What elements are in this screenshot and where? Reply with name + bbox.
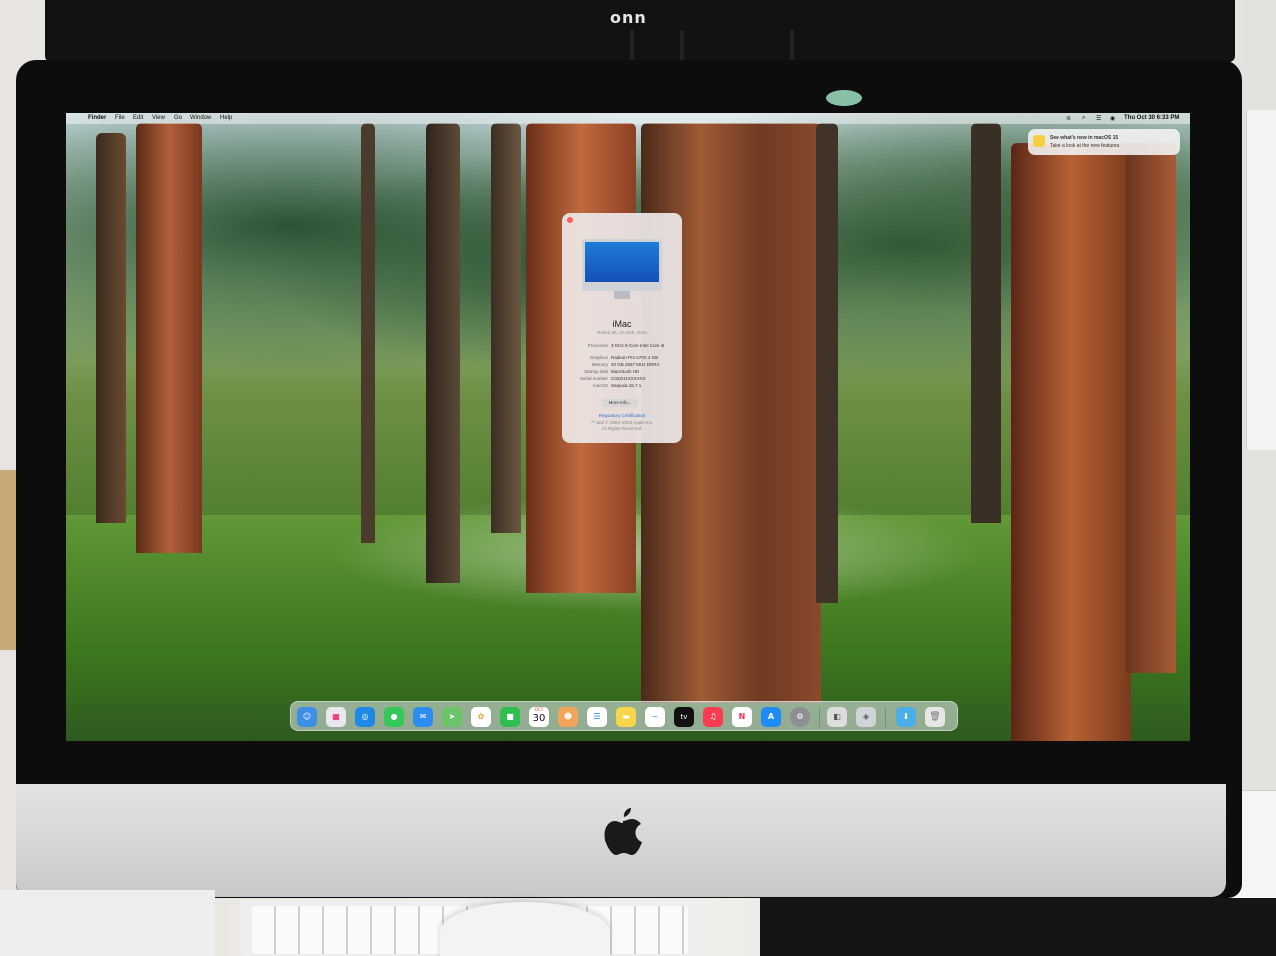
model-name: iMac <box>612 319 632 329</box>
notification-banner[interactable]: See what's new in macOS 15 Take a look a… <box>1028 129 1180 155</box>
side-device <box>1246 110 1276 450</box>
tree-trunk <box>971 123 1001 523</box>
music-icon[interactable]: ♫ <box>703 707 723 727</box>
search-icon[interactable]: ⌕ <box>1082 115 1085 122</box>
imac-illustration-stand <box>614 291 630 299</box>
wifi-icon[interactable]: ≋ <box>1066 115 1071 122</box>
settings-gear-icon[interactable]: ⚙ <box>790 707 810 727</box>
news-icon[interactable]: N <box>732 707 752 727</box>
spec-label: macOS <box>592 383 608 388</box>
finder-icon[interactable]: ☺ <box>297 707 317 727</box>
spec-value: 40 GB 2667 MHz DDR4 <box>611 362 660 367</box>
spec-value: C02ZH1XXXXXX <box>611 376 646 381</box>
tree-trunk <box>816 123 838 603</box>
spec-value: Macintosh HD <box>611 369 640 374</box>
imac-illustration <box>582 239 662 291</box>
more-info-button[interactable]: More Info... <box>602 399 638 407</box>
mail-icon[interactable]: ✉ <box>413 707 433 727</box>
menu-bar: Finder File Edit View Go Window Help ≋ ⌕… <box>66 113 1190 124</box>
tree-trunk <box>491 123 521 533</box>
menu-view[interactable]: View <box>152 115 165 121</box>
preview-icon[interactable]: ◧ <box>827 707 847 727</box>
notification-body: Take a look at the new features. <box>1050 143 1121 149</box>
apple-logo-icon <box>604 808 642 855</box>
control-center-icon[interactable]: ☰ <box>1096 115 1101 122</box>
spec-row: macOS Sequoia 15.7.1 <box>568 383 676 388</box>
menu-go[interactable]: Go <box>174 115 182 121</box>
tree-trunk <box>136 123 202 553</box>
spec-value: Radeon Pro 570X 4 GB <box>611 355 659 360</box>
reminders-icon[interactable]: ☰ <box>587 707 607 727</box>
copyright-text: ™ and © 1983–2025 Apple Inc. <box>590 420 654 425</box>
spec-label: Startup disk <box>584 369 608 374</box>
model-subtitle: Retina 5K, 27-inch, 2019 <box>597 330 647 335</box>
launchpad-icon[interactable]: ▦ <box>326 707 346 727</box>
photos-icon[interactable]: ✿ <box>471 707 491 727</box>
downloads-folder-icon[interactable]: ⬇ <box>896 707 916 727</box>
calendar-icon[interactable]: OCT 30 <box>529 707 549 727</box>
tree-trunk <box>96 133 126 523</box>
contacts-icon[interactable]: ☻ <box>558 707 578 727</box>
monitor-brand-logo: onn <box>610 8 647 27</box>
spec-value: Sequoia 15.7.1 <box>611 383 642 388</box>
menu-edit[interactable]: Edit <box>133 115 143 121</box>
spec-row: Serial number C02ZH1XXXXXX <box>568 376 676 381</box>
spec-value: 3 GHz 6-Core Intel Core i5 <box>611 343 665 348</box>
about-this-mac-window: iMac Retina 5K, 27-inch, 2019 Processor 3… <box>562 213 682 443</box>
spec-label: Memory <box>591 362 608 367</box>
dock: ☺ ▦ ◎ ● ✉ ➤ ✿ ■ OCT 30 ☻ ☰ ▬ ~ tv ♫ N A … <box>290 701 958 731</box>
menu-file[interactable]: File <box>115 115 125 121</box>
trash-icon[interactable]: 🗑 <box>925 707 945 727</box>
notification-title: See what's new in macOS 15 <box>1050 135 1119 141</box>
dock-divider <box>819 707 820 727</box>
rights-text: All Rights Reserved. <box>601 426 643 431</box>
messages-icon[interactable]: ● <box>384 707 404 727</box>
menu-help[interactable]: Help <box>220 115 232 121</box>
desk-surface <box>0 890 215 956</box>
siri-icon[interactable]: ◉ <box>1110 115 1115 122</box>
tree-trunk <box>361 123 375 543</box>
menu-finder[interactable]: Finder <box>88 115 106 121</box>
tree-trunk <box>426 123 460 583</box>
spec-label: Processor <box>587 343 608 348</box>
menu-clock[interactable]: Thu Oct 30 6:33 PM <box>1124 115 1179 121</box>
tips-icon <box>1033 135 1045 147</box>
image-capture-icon[interactable]: ◈ <box>856 707 876 727</box>
spec-row: Graphics Radeon Pro 570X 4 GB <box>568 355 676 360</box>
spec-label: Serial number <box>579 376 608 381</box>
dock-divider <box>885 707 886 727</box>
spec-row: Processor 3 GHz 6-Core Intel Core i5 <box>568 343 676 348</box>
menu-window[interactable]: Window <box>190 115 211 121</box>
facetime-icon[interactable]: ■ <box>500 707 520 727</box>
tree-trunk <box>1011 143 1131 741</box>
maps-icon[interactable]: ➤ <box>442 707 462 727</box>
notes-icon[interactable]: ▬ <box>616 707 636 727</box>
background-monitor: onn <box>45 0 1235 62</box>
spec-label: Graphics <box>589 355 608 360</box>
app-store-icon[interactable]: A <box>761 707 781 727</box>
desktop-screen: Finder File Edit View Go Window Help ≋ ⌕… <box>66 113 1190 741</box>
tree-trunk <box>1126 143 1176 673</box>
regulatory-certification-link[interactable]: Regulatory Certification <box>562 413 682 418</box>
safari-icon[interactable]: ◎ <box>355 707 375 727</box>
close-button[interactable] <box>567 217 573 223</box>
spec-row: Startup disk Macintosh HD <box>568 369 676 374</box>
desk-dark-object <box>760 898 1276 956</box>
imac-illustration-screen <box>585 242 659 282</box>
calendar-day: 30 <box>532 713 546 724</box>
camera-light <box>826 90 862 106</box>
tv-icon[interactable]: tv <box>674 707 694 727</box>
magic-mouse <box>440 902 610 956</box>
freeform-icon[interactable]: ~ <box>645 707 665 727</box>
spec-row: Memory 40 GB 2667 MHz DDR4 <box>568 362 676 367</box>
